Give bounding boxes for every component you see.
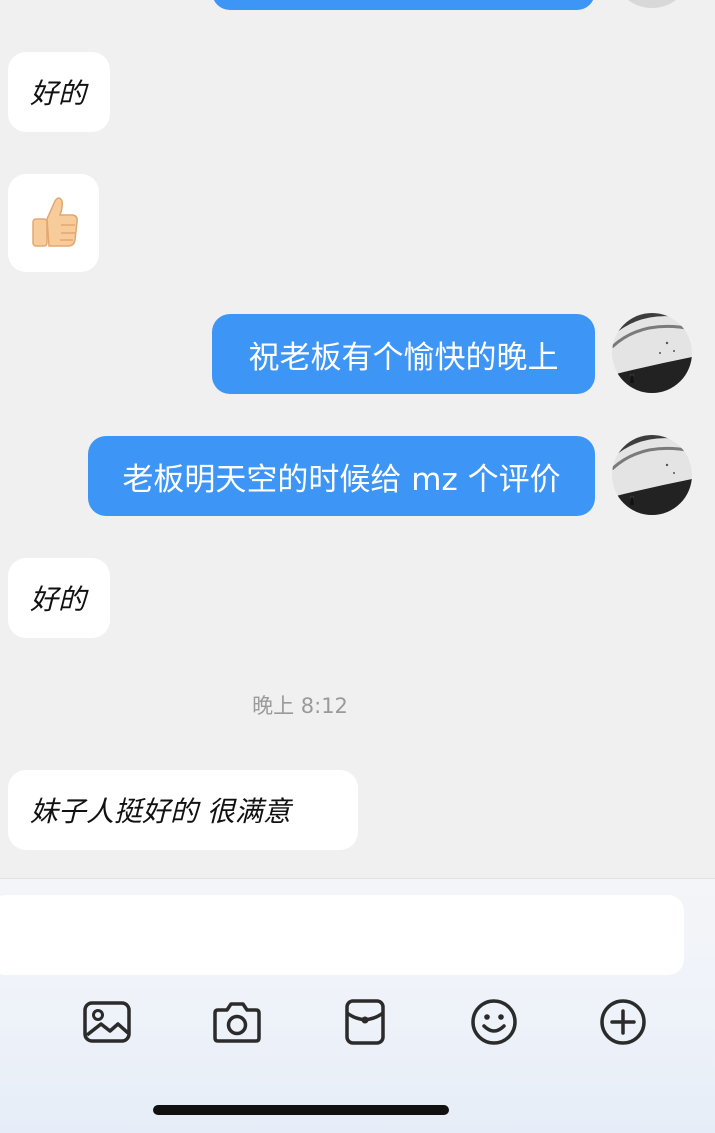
message-text: 好的 <box>30 583 87 616</box>
message-text: 妹子人挺好的 很满意 <box>30 795 291 828</box>
message-timestamp: 晚上 8:12 <box>252 694 348 718</box>
camera-icon[interactable] <box>210 995 264 1049</box>
message-bubble-incoming[interactable]: 妹子人挺好的 很满意 <box>8 770 358 850</box>
chat-area: 好的 祝老板有个愉快的晚上 老板明天空的时候给 mz 个评价 好的 晚上 8:1… <box>0 0 715 878</box>
image-icon[interactable] <box>80 995 134 1049</box>
message-text: 好的 <box>30 77 87 110</box>
message-bubble-outgoing-partial[interactable] <box>212 0 595 10</box>
thumbs-up-icon <box>31 197 78 247</box>
emoji-icon[interactable] <box>467 995 521 1049</box>
composer-panel <box>0 878 715 1133</box>
plus-icon[interactable] <box>596 995 650 1049</box>
message-bubble-incoming[interactable]: 好的 <box>8 558 110 638</box>
avatar-self[interactable] <box>612 435 692 515</box>
red-packet-icon[interactable] <box>338 995 392 1049</box>
message-bubble-incoming-emoji[interactable] <box>8 174 99 272</box>
avatar-self[interactable] <box>612 313 692 393</box>
message-bubble-incoming[interactable]: 好的 <box>8 52 110 132</box>
message-bubble-outgoing[interactable]: 祝老板有个愉快的晚上 <box>212 314 595 394</box>
message-bubble-outgoing[interactable]: 老板明天空的时候给 mz 个评价 <box>88 436 595 516</box>
home-indicator[interactable] <box>153 1105 449 1115</box>
message-text: 老板明天空的时候给 mz 个评价 <box>122 461 561 498</box>
message-text: 祝老板有个愉快的晚上 <box>248 339 559 376</box>
message-input[interactable] <box>0 895 684 975</box>
avatar-self-partial[interactable] <box>612 0 692 8</box>
